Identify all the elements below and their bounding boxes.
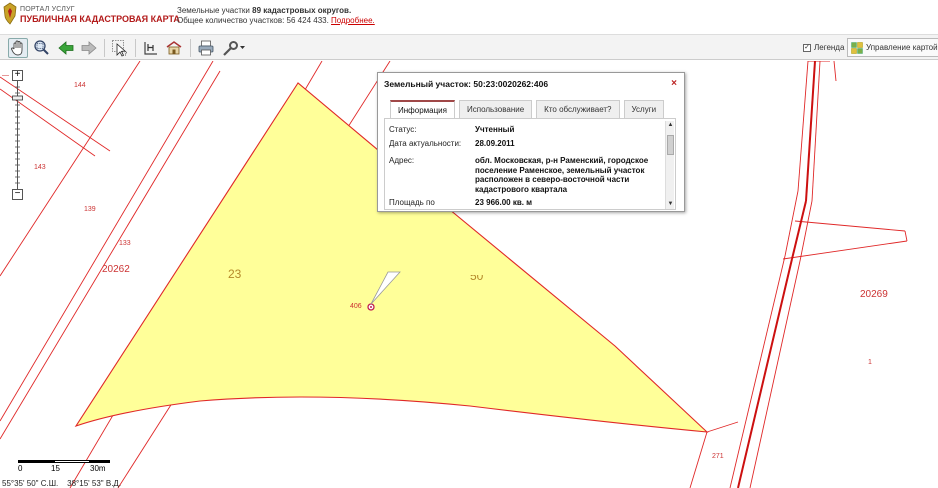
manage-map-button[interactable]: Управление картой [847,38,938,57]
parcel-label-406: 406 [350,303,362,310]
scale-label-15: 15 [51,464,60,473]
quarter-label-20262: 20262 [102,264,130,275]
popup-title: Земельный участок: 50:23:0020262:406 [384,79,549,89]
legend-toggle[interactable]: ✓ Легенда [803,43,844,52]
toolbar: ? ✓ Легенда Управление картой [0,34,938,60]
portal-title[interactable]: ПУБЛИЧНАЯ КАДАСТРОВАЯ КАРТА [20,14,180,24]
date-value: 28.09.2011 [475,139,515,148]
scroll-thumb[interactable] [667,135,674,155]
legend-label: Легенда [814,43,845,52]
date-label: Дата актуальности: [389,139,462,148]
district-label-23: 23 [228,267,242,281]
parcels-count: Общее количество участков: 56 424 433. П… [177,16,375,25]
forward-arrow-icon[interactable] [79,38,99,58]
address-label: Адрес: [389,156,415,165]
details-link[interactable]: Подробнее. [331,16,375,25]
zoom-level-marker: — [2,72,9,79]
parcel-label-143: 143 [34,164,46,171]
zoom-slider[interactable] [12,81,24,189]
tab-who-serves[interactable]: Кто обслуживает? [536,100,620,118]
area-value: 23 966.00 кв. м [475,198,533,207]
popup-scrollbar[interactable]: ▲ ▼ [665,121,674,209]
back-arrow-icon[interactable] [56,38,76,58]
scroll-up-icon[interactable]: ▲ [667,122,674,129]
identify-icon[interactable]: ? [110,38,130,58]
scale-label-0: 0 [18,464,23,473]
close-icon[interactable]: × [671,78,677,89]
area-label: Площадь по [389,198,435,207]
parcel-label-144: 144 [74,82,86,89]
scale-label-30: 30m [90,464,106,473]
coat-of-arms-icon [3,2,17,25]
coordinates-readout: 55°35' 50" С.Ш. 38°15' 53" В.Д. [2,479,122,488]
parcel-label-133: 133 [119,240,131,247]
portal-label: ПОРТАЛ УСЛУГ [20,6,75,13]
manage-map-label: Управление картой [866,43,938,52]
tools-dropdown-button[interactable] [221,38,247,58]
layers-icon [851,41,863,54]
scale-bar: 0 15 30m [18,458,118,478]
scroll-down-icon[interactable]: ▼ [667,201,674,208]
status-label: Статус: [389,125,417,134]
zoom-slider-handle [12,95,23,101]
building-icon[interactable] [164,38,184,58]
tools-icon [223,41,245,56]
svg-text:?: ? [124,51,127,57]
quarter-label-20269: 20269 [860,289,888,300]
print-icon[interactable] [196,38,216,58]
parcel-label-271: 271 [712,453,724,460]
popup-tabs: Информация Использование Кто обслуживает… [390,100,668,118]
zoom-control: + — − [2,70,26,200]
parcel-label-1: 1 [868,359,872,366]
parcel-label-139: 139 [84,206,96,213]
tab-usage[interactable]: Использование [458,100,533,118]
address-value: обл. Московская, р-н Раменский, городско… [475,156,649,194]
zoom-area-icon[interactable] [31,38,51,58]
parcel-info-popup: Земельный участок: 50:23:0020262:406 × И… [377,72,685,212]
legend-checkbox[interactable]: ✓ [803,43,811,52]
zoom-out-button[interactable]: − [12,189,23,200]
tab-services[interactable]: Услуги [623,100,665,118]
measure-icon[interactable] [141,38,161,58]
zoom-in-button[interactable]: + [12,70,23,81]
popup-content: Статус: Учтенный Дата актуальности: 28.0… [384,118,676,210]
hand-icon[interactable] [8,38,28,58]
header: ПОРТАЛ УСЛУГ ПУБЛИЧНАЯ КАДАСТРОВАЯ КАРТА… [0,0,938,34]
parcels-info: Земельные участки 89 кадастровых округов… [177,6,352,15]
status-value: Учтенный [475,125,515,134]
tab-information[interactable]: Информация [390,100,455,118]
